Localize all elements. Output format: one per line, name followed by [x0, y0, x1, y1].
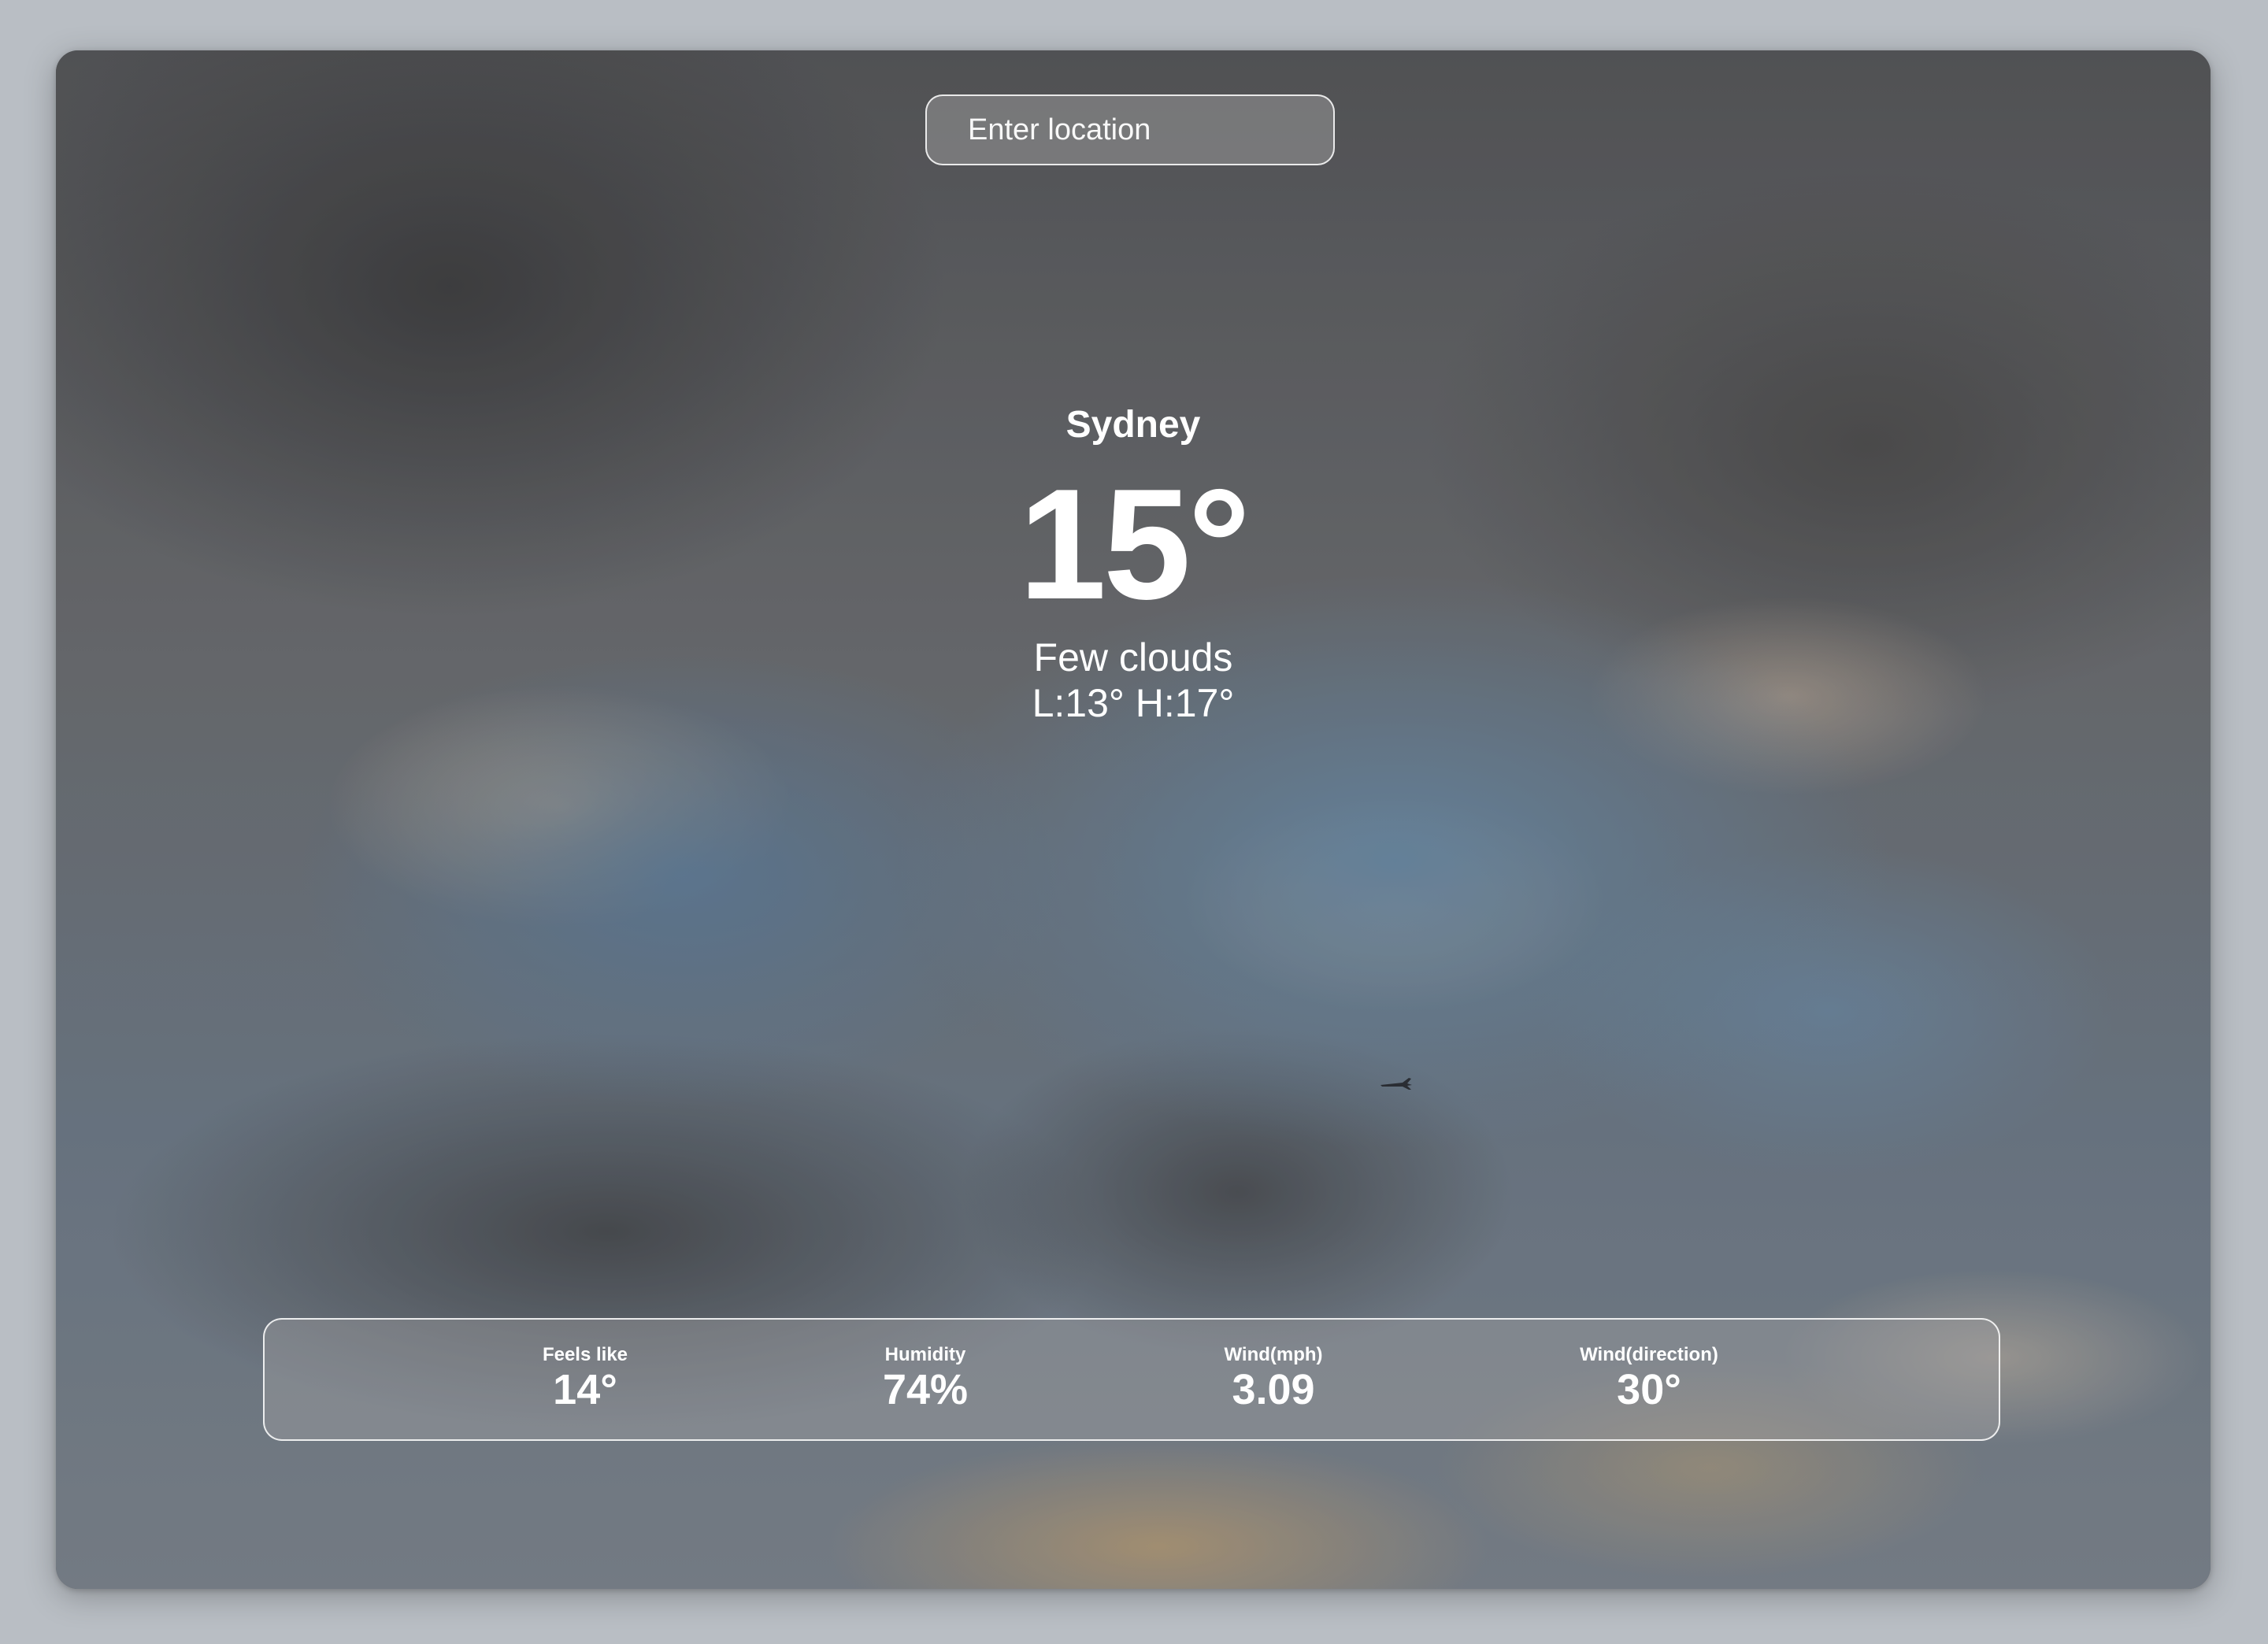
weather-description: Few clouds — [1033, 635, 1233, 679]
stat-wind-direction: Wind(direction) 30° — [1531, 1343, 1767, 1413]
city-name: Sydney — [1065, 404, 1201, 446]
stat-value: 14° — [553, 1366, 617, 1413]
stat-label: Wind(mph) — [1224, 1344, 1323, 1365]
stat-humidity: Humidity 74% — [807, 1343, 1043, 1413]
weather-stats-panel: Feels like 14° Humidity 74% Wind(mph) 3.… — [263, 1318, 2000, 1441]
stat-value: 3.09 — [1232, 1366, 1315, 1413]
current-temperature: 15° — [1018, 457, 1251, 632]
stat-label: Wind(direction) — [1580, 1344, 1718, 1365]
stat-value: 74% — [882, 1366, 969, 1413]
location-search-input[interactable] — [925, 94, 1335, 165]
airplane-icon — [1380, 1078, 1412, 1090]
weather-app: Sydney 15° Few clouds L:13° H:17° Feels … — [56, 50, 2211, 1589]
stat-label: Humidity — [884, 1344, 966, 1365]
low-high-temperature: L:13° H:17° — [1032, 681, 1235, 725]
stat-wind-speed: Wind(mph) 3.09 — [1155, 1343, 1392, 1413]
stat-value: 30° — [1617, 1366, 1681, 1413]
stat-feels-like: Feels like 14° — [467, 1343, 703, 1413]
stat-label: Feels like — [542, 1344, 628, 1365]
